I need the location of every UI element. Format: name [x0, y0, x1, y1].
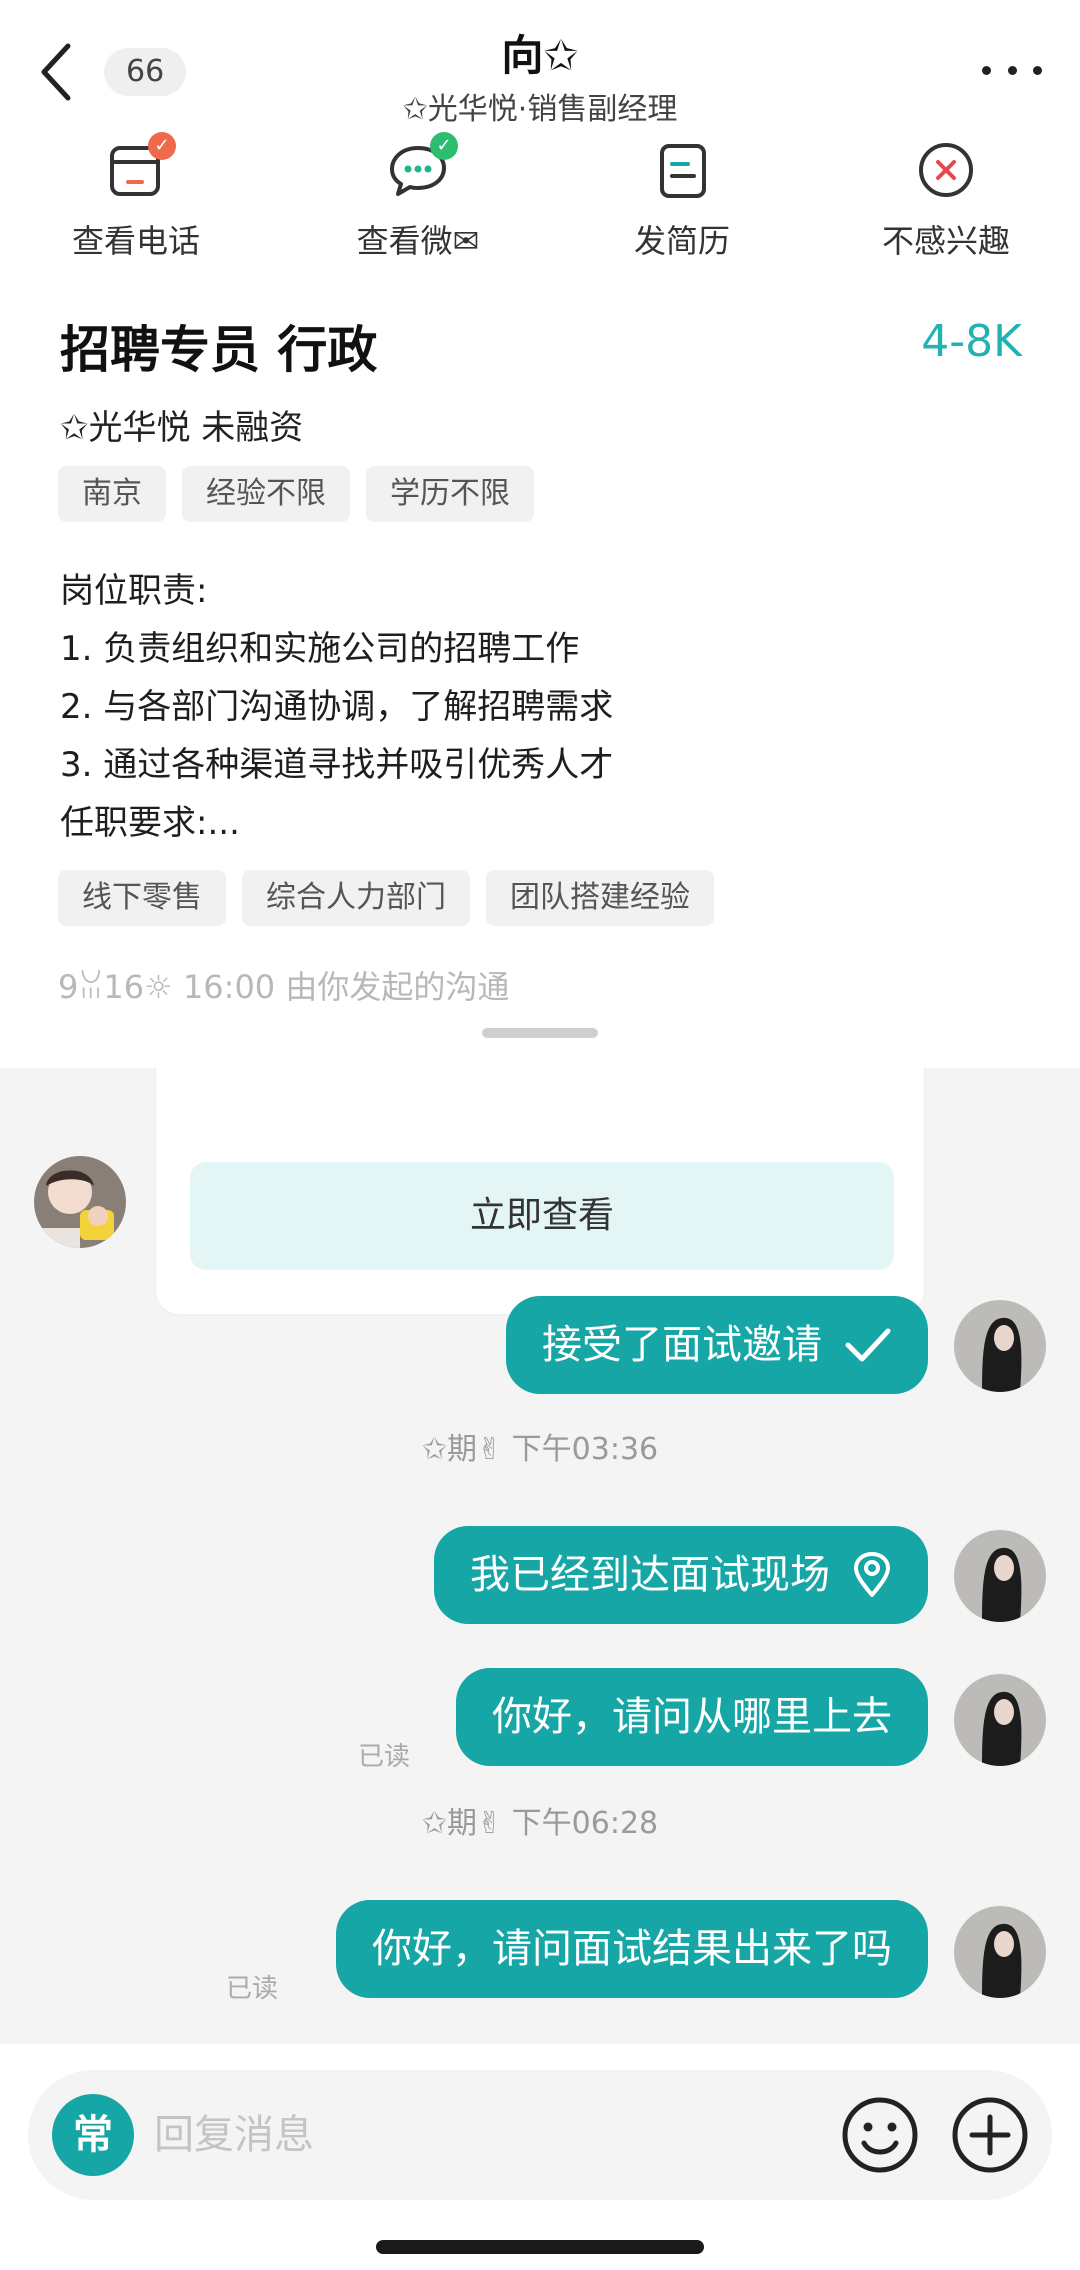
message-bubble[interactable]: 我已经到达面试现场 — [434, 1526, 928, 1624]
skill-tag: 综合人力部门 — [242, 870, 470, 926]
description-line: 3. 通过各种渠道寻找并吸引优秀人才 — [60, 745, 614, 785]
read-receipt: 已读 — [358, 1742, 411, 1772]
tag-education: 学历不限 — [366, 466, 534, 522]
company-info[interactable]: ✩光华悦 未融资 — [60, 400, 303, 449]
close-circle-icon — [914, 138, 978, 202]
action-bar: ✓ 查看电话 ✓ 查看微✉ 发简历 不感兴趣 — [0, 132, 1080, 278]
interview-invite-card: 立即查看 — [154, 1068, 926, 1316]
description-line: 岗位职责: — [60, 571, 208, 611]
send-resume-button[interactable]: 发简历 — [582, 138, 782, 262]
resume-icon — [650, 138, 714, 202]
skill-tag: 线下零售 — [58, 870, 226, 926]
message-timestamp: ✩期✌ 下午06:28 — [421, 1806, 659, 1841]
location-icon — [854, 1552, 890, 1597]
check-badge-icon: ✓ — [148, 132, 176, 160]
message-timestamp: ✩期✌ 下午03:36 — [421, 1432, 659, 1467]
dot-icon — [982, 65, 991, 75]
not-interested-button[interactable]: 不感兴趣 — [846, 138, 1046, 262]
chat-contact-name: 向✩ — [501, 31, 579, 80]
more-actions-button[interactable] — [950, 2095, 1030, 2175]
message-input[interactable] — [154, 2100, 714, 2170]
message-text: 你好，请问面试结果出来了吗 — [372, 1926, 892, 1972]
drag-handle[interactable] — [482, 1028, 598, 1038]
view-wechat-label: 查看微✉ — [356, 222, 480, 260]
emoji-button[interactable] — [840, 2095, 920, 2175]
message-bubble[interactable]: 接受了面试邀请 — [506, 1296, 928, 1394]
check-icon — [845, 1328, 891, 1362]
message-text: 你好，请问从哪里上去 — [492, 1694, 892, 1740]
message-input-bar: 常 — [0, 2044, 1080, 2270]
tag-experience: 经验不限 — [182, 466, 350, 522]
check-badge-icon: ✓ — [430, 132, 458, 160]
view-phone-label: 查看电话 — [71, 222, 200, 260]
send-resume-label: 发简历 — [633, 222, 730, 260]
job-requirement-tags: 南京 经验不限 学历不限 — [58, 466, 534, 522]
tag-location: 南京 — [58, 466, 166, 522]
top-header: 66 向✩ ✩光华悦·销售副经理 — [0, 0, 1080, 130]
view-now-button[interactable]: 立即查看 — [190, 1162, 894, 1270]
chat-start-meta: 9ꈍ16☼ 16:00 由你发起的沟通 — [58, 968, 510, 1006]
description-line: 任职要求:... — [60, 803, 240, 843]
description-line: 1. 负责组织和实施公司的招聘工作 — [60, 629, 580, 669]
message-text: 我已经到达面试现场 — [470, 1552, 830, 1598]
message-bubble[interactable]: 你好，请问面试结果出来了吗 — [336, 1900, 928, 1998]
phone-card-icon: ✓ — [104, 132, 176, 202]
chat-contact-subtitle: ✩光华悦·销售副经理 — [402, 92, 678, 127]
chat-message-list[interactable]: 立即查看 接受了面试邀请 ✩期✌ 下午03:36 我已经到达面试现场 已读 你好… — [0, 1068, 1080, 2044]
not-interested-label: 不感兴趣 — [881, 222, 1010, 260]
job-salary: 4-8K — [921, 316, 1022, 367]
dot-icon — [1007, 65, 1017, 75]
my-avatar[interactable] — [954, 1674, 1046, 1766]
description-line: 2. 与各部门沟通协调，了解招聘需求 — [60, 687, 614, 727]
recruiter-avatar[interactable] — [34, 1156, 126, 1248]
plus-circle-icon — [952, 2097, 1028, 2173]
message-input-container: 常 — [28, 2070, 1052, 2200]
view-phone-button[interactable]: ✓ 查看电话 — [36, 132, 236, 262]
message-bubble[interactable]: 你好，请问从哪里上去 — [456, 1668, 928, 1766]
my-avatar[interactable] — [954, 1530, 1046, 1622]
quick-phrases-button[interactable]: 常 — [52, 2094, 134, 2176]
view-wechat-button[interactable]: ✓ 查看微✉ — [318, 132, 518, 262]
emoji-icon — [842, 2097, 918, 2173]
job-skill-tags: 线下零售 综合人力部门 团队搭建经验 — [58, 870, 714, 926]
dot-icon — [1033, 65, 1042, 75]
more-options-button[interactable] — [982, 50, 1042, 90]
read-receipt: 已读 — [226, 1974, 279, 2004]
job-title[interactable]: 招聘专员 行政 — [60, 310, 377, 382]
home-indicator[interactable] — [376, 2240, 704, 2254]
message-text: 接受了面试邀请 — [542, 1322, 822, 1368]
my-avatar[interactable] — [954, 1906, 1046, 1998]
job-description[interactable]: 岗位职责: 1. 负责组织和实施公司的招聘工作 2. 与各部门沟通协调，了解招聘… — [60, 562, 1020, 852]
skill-tag: 团队搭建经验 — [486, 870, 714, 926]
my-avatar[interactable] — [954, 1300, 1046, 1392]
chat-bubble-icon: ✓ — [386, 132, 458, 202]
